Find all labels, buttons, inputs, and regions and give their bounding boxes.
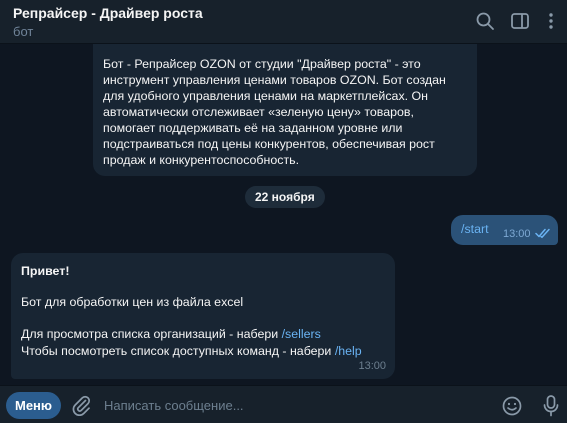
reply-greeting: Привет! [21,264,70,278]
help-command-link[interactable]: /help [335,344,362,358]
menu-button[interactable]: Меню [6,392,61,419]
bot-description-bubble: Бот - Репрайсер OZON от студии "Драйвер … [93,44,477,176]
double-check-icon [535,227,551,239]
more-vertical-icon[interactable] [540,10,562,32]
reply-line-sellers: Для просмотра списка организаций - набер… [21,326,321,342]
message-input[interactable] [104,394,484,416]
sellers-command-link[interactable]: /sellers [282,327,321,341]
outgoing-message[interactable]: /start 13:00 [451,215,558,245]
attach-icon[interactable] [71,394,91,416]
bot-reply-message[interactable]: Привет! Бот для обработки цен из файла e… [11,253,395,379]
telegram-chat-window: Репрайсер - Драйвер роста бот Бот - Репр… [0,0,567,423]
reply-line-help-text: Чтобы посмотреть список доступных команд… [21,344,335,358]
chat-subtitle: бот [13,24,34,39]
emoji-icon[interactable] [501,395,523,417]
reply-line-help: Чтобы посмотреть список доступных команд… [21,343,362,359]
reply-line-excel: Бот для обработки цен из файла excel [21,295,244,309]
outgoing-message-time: 13:00 [503,228,531,240]
chat-header: Репрайсер - Драйвер роста бот [0,0,567,44]
search-icon[interactable] [474,10,496,32]
microphone-icon[interactable] [542,394,560,418]
chat-title[interactable]: Репрайсер - Драйвер роста [13,5,203,21]
reply-line-sellers-text: Для просмотра списка организаций - набер… [21,327,282,341]
message-list[interactable]: Бот - Репрайсер OZON от студии "Драйвер … [0,44,567,385]
sidebar-toggle-icon[interactable] [509,10,531,32]
message-composer: Меню [0,385,567,423]
reply-message-time: 13:00 [358,360,386,372]
date-separator: 22 ноября [245,186,325,208]
outgoing-message-text: /start [461,222,489,236]
bot-description-text: Бот - Репрайсер OZON от студии "Драйвер … [103,57,446,167]
